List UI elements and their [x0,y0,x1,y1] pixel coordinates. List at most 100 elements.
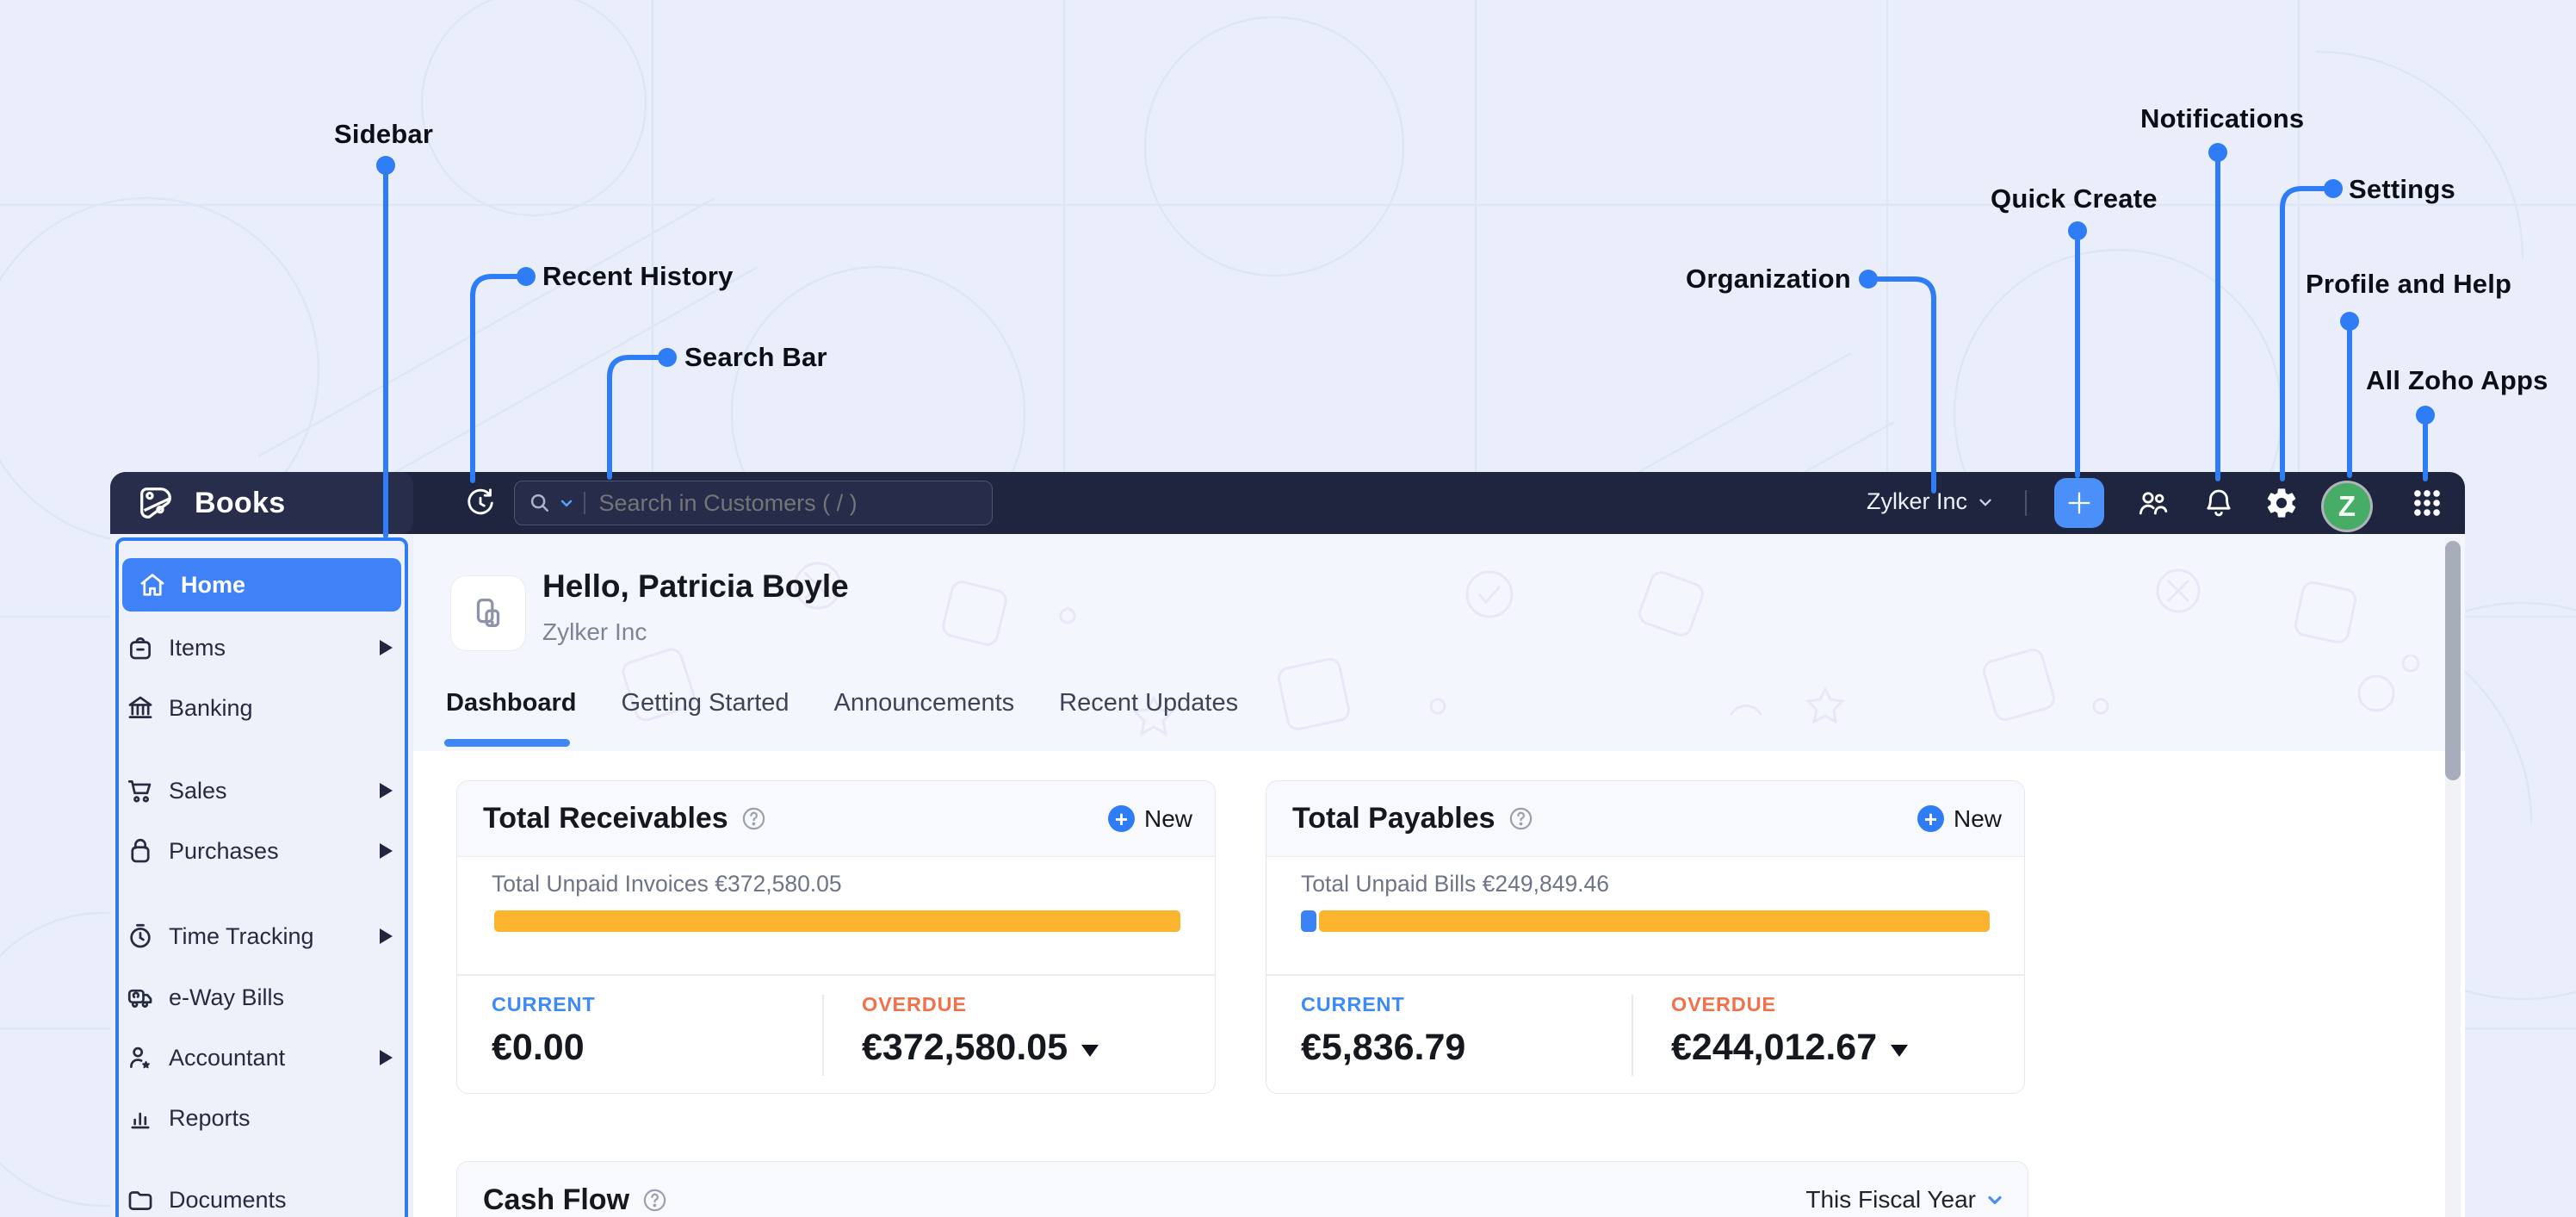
tab-getting-started[interactable]: Getting Started [621,689,789,717]
cash-flow-title: Cash Flow [483,1183,630,1216]
navbar-divider [2025,490,2027,516]
banking-icon [128,696,152,718]
sidebar-item-reports[interactable]: Reports [110,1088,413,1148]
sidebar-item-accountant[interactable]: Accountant [110,1028,413,1088]
global-search[interactable] [514,481,993,525]
expand-arrow-icon [380,783,393,798]
users-button[interactable] [2133,484,2171,522]
receivables-progress-bar [492,910,1180,932]
sales-cart-icon [127,780,152,803]
sidebar-item-time-tracking[interactable]: Time Tracking [110,906,413,966]
quick-create-button[interactable] [2054,478,2104,528]
sidebar-item-home[interactable]: Home [122,558,401,612]
sidebar-item-label: Sales [169,777,227,804]
notifications-button[interactable] [2200,484,2238,522]
sidebar-item-sales[interactable]: Sales [110,761,413,821]
receivables-overdue-amount: €372,580.05 [862,1027,1068,1068]
home-icon [140,574,164,596]
receivables-summary-amount: €372,580.05 [715,871,842,897]
payables-summary: Total Unpaid Bills €249,849.46 [1301,871,1609,897]
all-apps-button[interactable] [2408,484,2446,522]
organization-logo-box [450,575,526,651]
payables-current-column: CURRENT €5,836.79 [1301,993,1465,1069]
eway-bills-truck-icon [127,989,152,1008]
scrollbar-thumb[interactable] [2445,541,2461,780]
organization-switcher[interactable]: Zylker Inc [1867,488,1995,515]
sidebar: Home Items Banking Sales Purchases Time … [110,534,413,1217]
payables-summary-amount: €249,849.46 [1482,871,1610,897]
profile-avatar[interactable]: Z [2324,483,2370,530]
reports-icon [131,1112,150,1129]
receivables-summary: Total Unpaid Invoices €372,580.05 [492,871,842,897]
card-divider [1266,974,2024,976]
sidebar-item-label: e-Way Bills [169,984,285,1010]
payables-overdue-amount: €244,012.67 [1671,1027,1878,1068]
receivables-title: Total Receivables [483,802,728,835]
annotation-notifications: Notifications [2140,103,2305,133]
current-label: CURRENT [1301,993,1405,1015]
plus-circle-icon: + [1917,805,1944,832]
cash-flow-period-selector[interactable]: This Fiscal Year [1805,1186,2005,1214]
total-receivables-card: Total Receivables + New Total Unpaid Inv… [456,780,1216,1094]
page: Books Zylker Inc [0,0,2576,1217]
recent-history-button[interactable] [461,484,499,522]
users-icon [2139,492,2168,515]
receivables-new-button[interactable]: + New [1107,804,1192,833]
greeting-title: Hello, Patricia Boyle [542,568,849,604]
time-tracking-icon [130,923,151,948]
expand-arrow-icon [380,1050,393,1065]
tab-dashboard[interactable]: Dashboard [446,689,576,717]
annotation-organization: Organization [1686,264,1851,294]
greeting-organization: Zylker Inc [542,618,647,645]
overdue-dropdown-icon[interactable] [1081,1044,1099,1057]
payables-new-button[interactable]: + New [1917,805,2002,833]
top-navbar: Books Zylker Inc [110,472,2465,534]
annotation-quick-create: Quick Create [1991,183,2158,214]
expand-arrow-icon [380,640,393,655]
sidebar-item-label: Items [169,634,226,661]
search-input[interactable] [597,488,911,518]
annotation-sidebar: Sidebar [334,119,434,149]
total-payables-card: Total Payables + New Total Unpaid Bills … [1266,780,2025,1094]
tab-recent-updates[interactable]: Recent Updates [1059,689,1238,717]
plus-circle-icon: + [1107,805,1135,832]
payables-summary-label: Total Unpaid Bills [1301,871,1477,897]
search-divider [584,492,585,514]
settings-button[interactable] [2263,484,2300,522]
search-scope-chevron-icon[interactable] [558,494,575,512]
organization-building-icon [476,599,500,628]
annotation-all-zoho-apps: All Zoho Apps [2366,365,2548,395]
avatar-letter: Z [2338,490,2356,522]
sidebar-item-items[interactable]: Items [110,618,413,678]
sidebar-item-documents[interactable]: Documents [110,1170,413,1217]
receivables-current-column: CURRENT €0.00 [492,993,595,1069]
sidebar-item-purchases[interactable]: Purchases [110,821,413,881]
purchases-bag-icon [131,838,150,863]
brand-name: Books [195,486,286,519]
sidebar-item-banking[interactable]: Banking [110,678,413,738]
gear-icon [2267,488,2296,518]
payables-overdue-column: OVERDUE €244,012.67 [1671,993,1909,1069]
accountant-icon [130,1046,150,1069]
new-button-label: New [1143,804,1192,832]
help-icon[interactable] [1508,805,1534,832]
search-icon [530,494,548,512]
overdue-dropdown-icon[interactable] [1891,1044,1909,1057]
sidebar-item-label: Time Tracking [169,922,314,949]
annotation-recent-history: Recent History [542,261,734,291]
overdue-label: OVERDUE [862,993,967,1015]
recent-history-icon [468,488,493,515]
sidebar-item-label: Reports [169,1104,251,1131]
payables-card-header: Total Payables + New [1266,781,2024,857]
dashboard-hero [413,534,2465,751]
expand-arrow-icon [380,928,393,944]
sidebar-item-eway-bills[interactable]: e-Way Bills [110,967,413,1028]
tab-announcements[interactable]: Announcements [834,689,1015,717]
brand-logo-panel[interactable]: Books [110,472,413,534]
current-label: CURRENT [492,993,596,1015]
expand-arrow-icon [380,843,393,859]
sidebar-item-label: Purchases [169,837,279,864]
help-icon[interactable] [641,1187,668,1214]
items-icon [130,637,151,660]
help-icon[interactable] [740,805,767,832]
